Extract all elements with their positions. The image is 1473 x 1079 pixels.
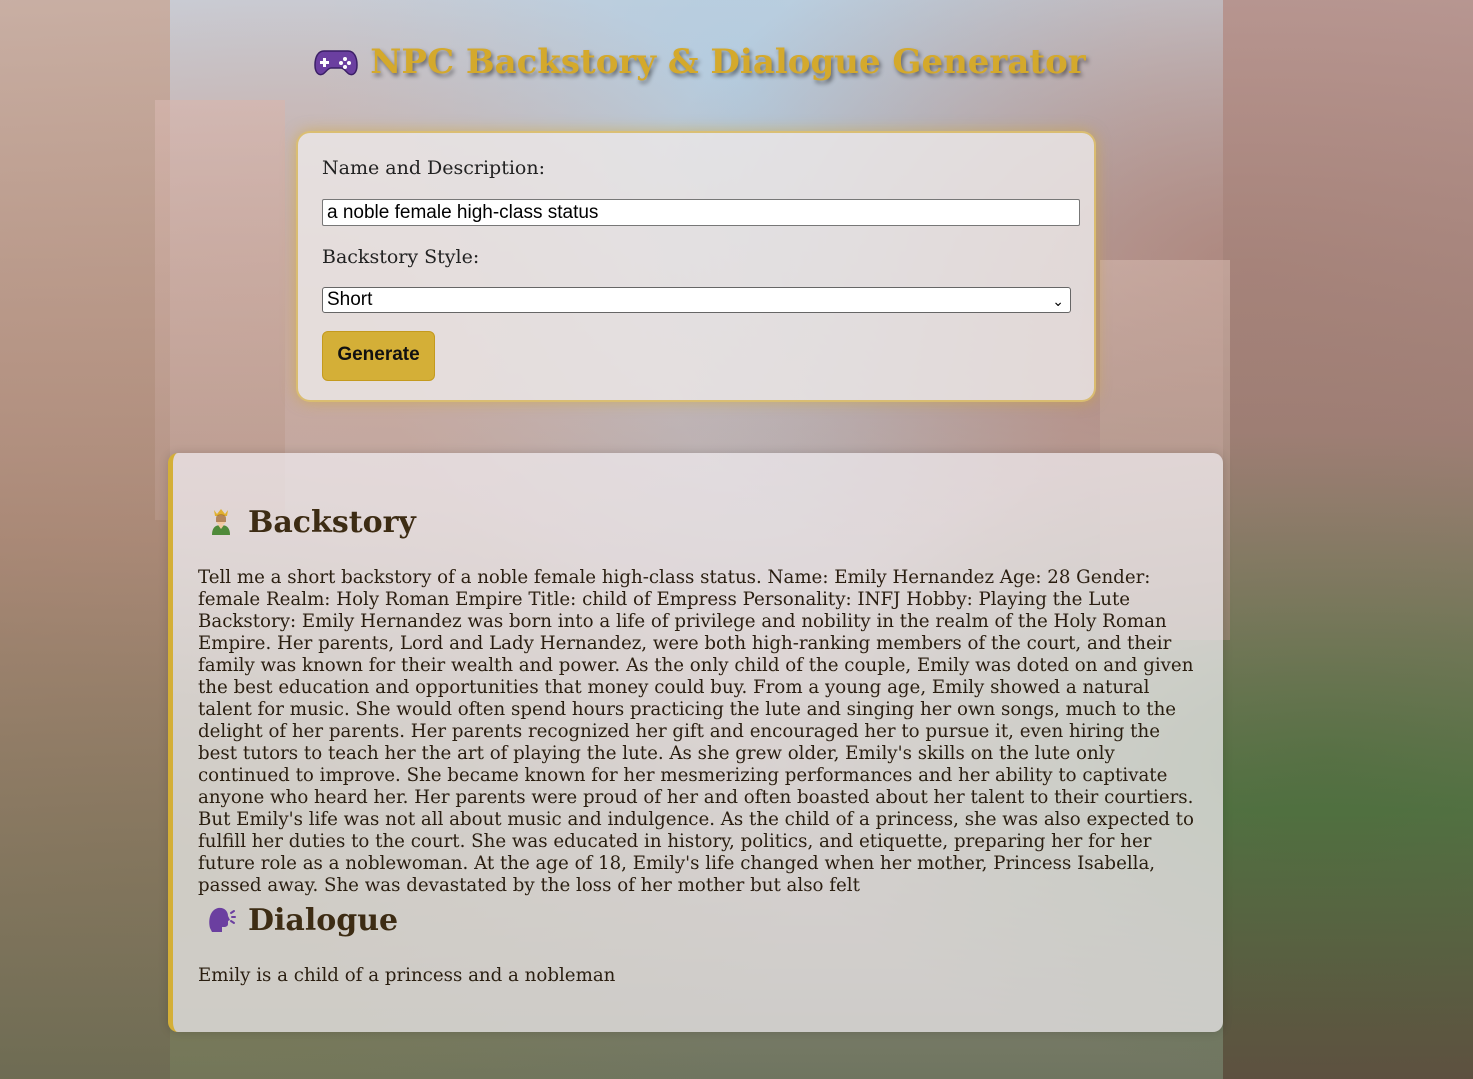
dialogue-heading: Dialogue xyxy=(206,903,398,938)
generator-form: Name and Description: Backstory Style: S… xyxy=(296,131,1096,402)
background-left-wall xyxy=(0,0,170,1079)
background-right-wall xyxy=(1223,0,1473,1079)
backstory-heading: Backstory xyxy=(206,505,416,540)
name-description-input[interactable] xyxy=(322,199,1080,226)
gamepad-icon xyxy=(314,46,359,76)
generate-button[interactable]: Generate xyxy=(322,331,435,381)
speaking-head-icon xyxy=(206,904,236,934)
page-title-text: NPC Backstory & Dialogue Generator xyxy=(370,42,1086,82)
dialogue-text: Emily is a child of a princess and a nob… xyxy=(198,965,616,986)
backstory-text: Tell me a short backstory of a noble fem… xyxy=(198,567,1194,896)
person-icon xyxy=(206,506,236,536)
page-title: NPC Backstory & Dialogue Generator xyxy=(0,42,1400,82)
backstory-style-select[interactable]: Short ⌄ xyxy=(322,287,1071,313)
dialogue-heading-text: Dialogue xyxy=(248,903,399,938)
chevron-down-icon: ⌄ xyxy=(1052,293,1064,309)
backstory-style-label: Backstory Style: xyxy=(322,246,480,268)
name-description-label: Name and Description: xyxy=(322,157,545,179)
backstory-heading-text: Backstory xyxy=(248,505,416,540)
backstory-style-selected: Short xyxy=(327,289,373,310)
output-panel: Backstory Tell me a short backstory of a… xyxy=(168,453,1223,1032)
